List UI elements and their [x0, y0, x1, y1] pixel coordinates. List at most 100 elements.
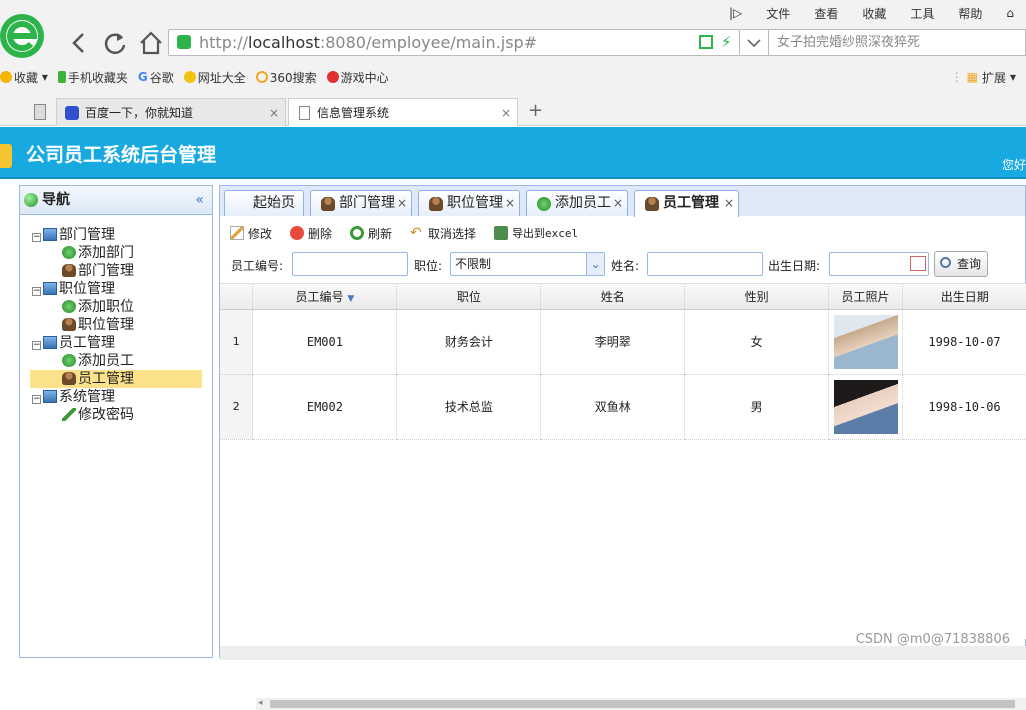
lightning-icon[interactable]: ⚡	[721, 30, 732, 55]
menu-file[interactable]: 文件	[754, 5, 802, 22]
tab-2[interactable]: 职位管理 ×	[418, 190, 520, 216]
menu-tools[interactable]: 工具	[898, 5, 946, 22]
close-icon[interactable]: ×	[613, 191, 623, 216]
nav-item[interactable]: 添加职位	[30, 298, 134, 316]
refresh-button[interactable]: 刷新	[350, 225, 392, 242]
collapse-toggle-icon[interactable]: −	[32, 233, 41, 242]
bookmark-mobile[interactable]: 手机收藏夹	[57, 69, 128, 86]
nav-item[interactable]: 部门管理	[30, 262, 134, 280]
scroll-left-icon[interactable]: ◂	[258, 698, 263, 708]
cell-name: 李明翠	[540, 309, 686, 375]
nav-item[interactable]: 修改密码	[30, 406, 134, 424]
cancel-select-button[interactable]: ↶ 取消选择	[410, 225, 476, 242]
bookmark-google[interactable]: G 谷歌	[138, 69, 174, 86]
nav-item-label: 修改密码	[78, 407, 134, 423]
table-row[interactable]: 2 EM002 技术总监 双鱼林男 1998-10-06	[220, 374, 1026, 440]
horizontal-scrollbar[interactable]: ◂	[256, 698, 1026, 710]
bookmark-360[interactable]: 360搜索	[255, 69, 317, 86]
refresh-icon[interactable]	[102, 30, 128, 56]
col-name[interactable]: 姓名	[540, 284, 686, 310]
tab-1[interactable]: 部门管理 ×	[310, 190, 412, 216]
name-input[interactable]	[647, 252, 763, 276]
bookmark-favorites[interactable]: 收藏 ▾	[0, 69, 48, 86]
tab-0[interactable]: 起始页	[224, 190, 304, 216]
chevron-down-icon: ⌄	[586, 253, 604, 275]
nav-item-label: 系统管理	[59, 389, 115, 405]
nav-item[interactable]: 员工管理	[30, 370, 202, 388]
col-birth[interactable]: 出生日期	[902, 284, 1026, 310]
collapse-toggle-icon[interactable]: −	[32, 395, 41, 404]
address-dropdown-icon[interactable]	[740, 29, 769, 56]
export-button[interactable]: 导出到excel	[494, 225, 578, 241]
star-icon	[0, 144, 12, 168]
user-icon	[429, 197, 443, 211]
delete-icon	[290, 226, 305, 240]
url-host: localhost	[248, 33, 320, 52]
menu-view[interactable]: 查看	[802, 5, 850, 22]
nav-item-label: 员工管理	[78, 371, 134, 387]
calendar-icon[interactable]	[910, 256, 926, 271]
sites-icon	[183, 71, 196, 83]
add-icon	[62, 354, 76, 367]
nav-item[interactable]: 添加员工	[30, 352, 134, 370]
cell-position: 技术总监	[396, 374, 542, 440]
search-input[interactable]: 女子拍完婚纱照深夜猝死	[769, 29, 1026, 56]
qr-code-icon[interactable]	[699, 35, 713, 49]
menu-favorites[interactable]: 收藏	[850, 5, 898, 22]
nav-item-label: 部门管理	[78, 263, 134, 279]
edit-button[interactable]: 修改	[230, 225, 272, 242]
collapse-icon[interactable]: «	[195, 186, 204, 214]
col-emp-no[interactable]: 员工编号 ▼	[252, 284, 398, 310]
computer-icon	[43, 282, 57, 295]
nav-item[interactable]: 职位管理	[30, 316, 134, 334]
cell-gender: 女	[684, 309, 830, 375]
nav-item[interactable]: − 部门管理	[32, 226, 115, 244]
birth-label: 出生日期:	[768, 259, 821, 273]
app-header: 公司员工系统后台管理 您好	[0, 127, 1026, 179]
watermark: CSDN @m0@71838806	[855, 632, 1010, 647]
browser-tab-active[interactable]: 信息管理系统 ×	[288, 98, 518, 126]
col-position[interactable]: 职位	[396, 284, 542, 310]
nav-item[interactable]: − 职位管理	[32, 280, 115, 298]
table-row[interactable]: 1 EM001 财务会计 李明翠女 1998-10-07	[220, 309, 1026, 375]
query-button[interactable]: 查询	[934, 251, 988, 277]
browser-logo-icon	[0, 6, 48, 66]
scrollbar-thumb[interactable]	[270, 700, 1015, 708]
new-tab-button[interactable]: +	[528, 100, 543, 121]
col-gender[interactable]: 性别	[684, 284, 830, 310]
back-icon[interactable]	[66, 30, 92, 56]
close-icon[interactable]: ×	[724, 191, 734, 216]
nav-item[interactable]: − 员工管理	[32, 334, 115, 352]
menu-help[interactable]: 帮助	[946, 5, 994, 22]
collapse-toggle-icon[interactable]: −	[32, 341, 41, 350]
shirt-icon[interactable]: ⌂	[994, 6, 1026, 20]
position-select[interactable]: 不限制 ⌄	[450, 252, 605, 276]
collapse-toggle-icon[interactable]: −	[32, 287, 41, 296]
cell-photo	[828, 374, 904, 440]
nav-item[interactable]: − 系统管理	[32, 388, 115, 406]
close-icon[interactable]: ×	[397, 191, 407, 216]
col-photo[interactable]: 员工照片	[828, 284, 904, 310]
tab-list-icon[interactable]	[34, 104, 46, 120]
home-icon[interactable]	[138, 30, 164, 56]
app-title: 公司员工系统后台管理	[26, 144, 217, 166]
delete-button[interactable]: 删除	[290, 225, 332, 242]
bookmark-games[interactable]: 游戏中心	[326, 69, 389, 86]
close-tab-icon[interactable]: ×	[501, 99, 511, 127]
user-icon	[62, 372, 76, 385]
tab-4[interactable]: 员工管理 ×	[634, 190, 739, 217]
cell-birth: 1998-10-06	[902, 374, 1026, 440]
browser-tab-baidu[interactable]: 百度一下，你就知道 ×	[56, 98, 286, 126]
birth-input[interactable]	[829, 252, 929, 276]
cell-gender: 男	[684, 374, 830, 440]
nav-item[interactable]: 添加部门	[30, 244, 134, 262]
tab-3[interactable]: 添加员工 ×	[526, 190, 628, 216]
sidebar-toggle-icon[interactable]: |▷	[717, 6, 754, 20]
bookmark-sites[interactable]: 网址大全	[183, 69, 246, 86]
cell-birth: 1998-10-07	[902, 309, 1026, 375]
extensions-button[interactable]: ⋮ ▦ 扩展 ▾	[951, 66, 1016, 88]
close-icon[interactable]: ×	[505, 191, 515, 216]
close-tab-icon[interactable]: ×	[269, 99, 279, 127]
emp-no-input[interactable]	[292, 252, 408, 276]
address-bar[interactable]: http://localhost:8080/employee/main.jsp#…	[168, 29, 740, 56]
